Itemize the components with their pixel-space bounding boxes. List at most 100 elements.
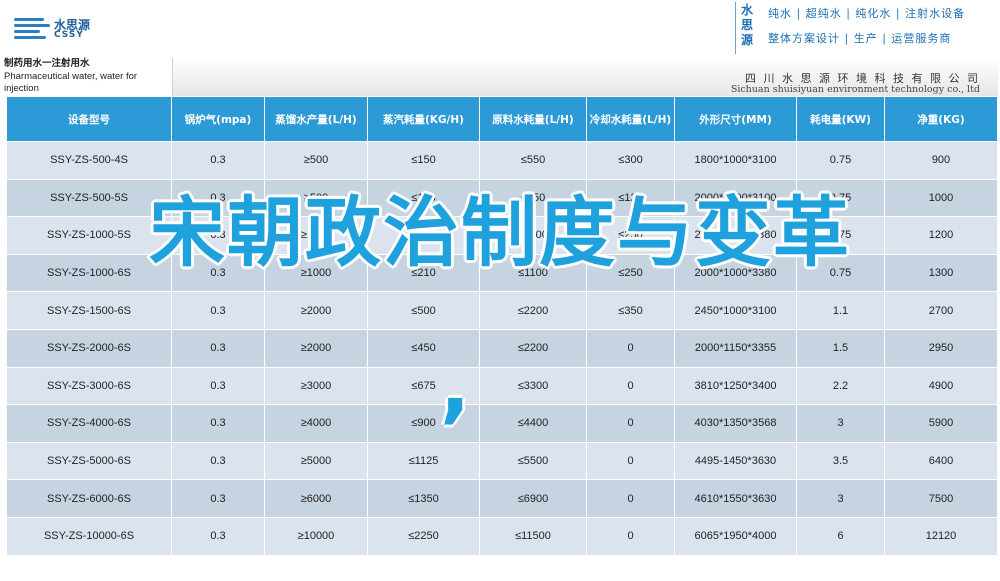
company-name-en: Sichuan shuisiyuan environment technolog… bbox=[730, 84, 980, 95]
table-cell: SSY-ZS-2000-6S bbox=[6, 328, 172, 368]
table-row: SSY-ZS-5000-6S 0.3 ≥5000 ≤1125 ≤5500 0 4495-14… bbox=[6, 441, 998, 481]
table-cell: ≤550 bbox=[479, 141, 587, 180]
table-cell: 0 bbox=[586, 441, 675, 481]
table-cell: 900 bbox=[884, 141, 998, 180]
brand-vertical-char: 思 bbox=[740, 18, 753, 32]
table-cell: 0.75 bbox=[796, 141, 885, 180]
table-cell: ≤6900 bbox=[479, 479, 587, 518]
table-cell: SSY-ZS-4000-6S bbox=[6, 404, 172, 443]
table-cell: SSY-ZS-5000-6S bbox=[6, 441, 172, 481]
table-cell: ≤4400 bbox=[479, 404, 587, 443]
table-cell: 0 bbox=[586, 404, 675, 443]
logo-en-text: CSSY bbox=[54, 30, 84, 40]
table-caption: 制药用水一注射用水 Pharmaceutical water, water for… bbox=[4, 58, 172, 96]
table-cell: ≤300 bbox=[586, 141, 675, 180]
column-header: 原料水耗量(L/H) bbox=[479, 96, 587, 142]
table-cell: 7500 bbox=[884, 479, 998, 518]
table-cell: 1.1 bbox=[796, 291, 885, 330]
table-cell: ≤1125 bbox=[367, 441, 480, 481]
table-cell: SSY-ZS-1500-6S bbox=[6, 291, 172, 330]
table-cell: 5900 bbox=[884, 404, 998, 443]
table-cell: ≤500 bbox=[367, 291, 480, 330]
table-cell: 0 bbox=[586, 328, 675, 368]
column-header: 耗电量(KW) bbox=[796, 96, 885, 142]
table-cell: ≤11500 bbox=[479, 516, 587, 556]
table-row: SSY-ZS-2000-6S 0.3 ≥2000 ≤450 ≤2200 0 2000*115… bbox=[6, 328, 998, 368]
table-cell: 6 bbox=[796, 516, 885, 556]
column-header: 蒸汽耗量(KG/H) bbox=[367, 96, 480, 142]
column-header: 冷却水耗量(L/H) bbox=[586, 96, 675, 142]
table-cell: 12120 bbox=[884, 516, 998, 556]
table-cell: 4030*1350*3568 bbox=[674, 404, 797, 443]
table-cell: SSY-ZS-3000-6S bbox=[6, 366, 172, 406]
table-cell: 2450*1000*3100 bbox=[674, 291, 797, 330]
brand-vertical-char: 源 bbox=[740, 33, 753, 47]
table-cell: 0.3 bbox=[171, 141, 265, 180]
table-cell: ≥500 bbox=[264, 141, 368, 180]
table-cell: ≥3000 bbox=[264, 366, 368, 406]
table-cell: 0.3 bbox=[171, 404, 265, 443]
column-header: 外形尺寸(MM) bbox=[674, 96, 797, 142]
column-header: 设备型号 bbox=[6, 96, 172, 142]
table-row: SSY-ZS-6000-6S 0.3 ≥6000 ≤1350 ≤6900 0 4610*15… bbox=[6, 479, 998, 518]
table-cell: ≤2250 bbox=[367, 516, 480, 556]
logo-mark-icon bbox=[14, 18, 50, 40]
table-cell: 4900 bbox=[884, 366, 998, 406]
caption-line: Pharmaceutical water, water for injectio… bbox=[4, 70, 138, 95]
table-cell: ≤5500 bbox=[479, 441, 587, 481]
table-cell: ≥10000 bbox=[264, 516, 368, 556]
brand-vertical-char: 水 bbox=[740, 3, 753, 17]
table-cell: ≤3300 bbox=[479, 366, 587, 406]
table-row: SSY-ZS-10000-6S 0.3 ≥10000 ≤2250 ≤11500 0 6065… bbox=[6, 516, 998, 556]
table-cell: 0.3 bbox=[171, 516, 265, 556]
slogan-line-2: 整体方案设计 | 生产 | 运营服务商 bbox=[768, 32, 952, 45]
table-cell: ≥6000 bbox=[264, 479, 368, 518]
column-header: 蒸馏水产量(L/H) bbox=[264, 96, 368, 142]
table-cell: 3.5 bbox=[796, 441, 885, 481]
table-cell: 0 bbox=[586, 479, 675, 518]
table-row: SSY-ZS-3000-6S 0.3 ≥3000 ≤675 ≤3300 0 3810*125… bbox=[6, 366, 998, 406]
table-cell: 0 bbox=[586, 516, 675, 556]
table-cell: ≤2200 bbox=[479, 291, 587, 330]
spec-table: 设备型号 锅炉气(mpa) 蒸馏水产量(L/H) 蒸汽耗量(KG/H) 原料水耗量(L/… bbox=[6, 96, 998, 556]
table-cell: 2950 bbox=[884, 328, 998, 368]
column-header: 锅炉气(mpa) bbox=[171, 96, 265, 142]
table-cell: 0.3 bbox=[171, 441, 265, 481]
table-cell: ≥5000 bbox=[264, 441, 368, 481]
table-cell: ≤350 bbox=[586, 291, 675, 330]
table-cell: 2.2 bbox=[796, 366, 885, 406]
table-cell: 4495-1450*3630 bbox=[674, 441, 797, 481]
table-cell: 0 bbox=[586, 366, 675, 406]
column-header: 净重(KG) bbox=[884, 96, 998, 142]
table-cell: ≥2000 bbox=[264, 328, 368, 368]
table-header-row: 设备型号 锅炉气(mpa) 蒸馏水产量(L/H) 蒸汽耗量(KG/H) 原料水耗量(L/… bbox=[6, 96, 998, 142]
table-cell: 0.3 bbox=[171, 291, 265, 330]
table-cell: 3 bbox=[796, 404, 885, 443]
brand-vertical-name: 水思源 bbox=[735, 2, 758, 54]
table-cell: 0.3 bbox=[171, 479, 265, 518]
table-cell: ≤1350 bbox=[367, 479, 480, 518]
table-cell: 4610*1550*3630 bbox=[674, 479, 797, 518]
overlay-title: 宋朝政治制度与变革 bbox=[149, 188, 851, 277]
table-cell: 3 bbox=[796, 479, 885, 518]
table-cell: 2700 bbox=[884, 291, 998, 330]
table-cell: 3810*1250*3400 bbox=[674, 366, 797, 406]
table-cell: 1800*1000*3100 bbox=[674, 141, 797, 180]
table-row: SSY-ZS-4000-6S 0.3 ≥4000 ≤900 ≤4400 0 4030*135… bbox=[6, 404, 998, 443]
slogan-line-1: 纯水 | 超纯水 | 纯化水 | 注射水设备 bbox=[768, 7, 966, 20]
table-cell: 2000*1150*3355 bbox=[674, 328, 797, 368]
overlay-comma: , bbox=[440, 339, 471, 432]
table-cell: 1.5 bbox=[796, 328, 885, 368]
table-cell: ≥4000 bbox=[264, 404, 368, 443]
table-cell: 6065*1950*4000 bbox=[674, 516, 797, 556]
table-cell: 0.3 bbox=[171, 366, 265, 406]
table-cell: ≥2000 bbox=[264, 291, 368, 330]
table-cell: 0.3 bbox=[171, 328, 265, 368]
table-cell: SSY-ZS-10000-6S bbox=[6, 516, 172, 556]
table-row: SSY-ZS-500-4S 0.3 ≥500 ≤150 ≤550 ≤300 1800*100… bbox=[6, 141, 998, 180]
caption-line: 制药用水一注射用水 bbox=[4, 58, 90, 69]
company-banner: 四 川 水 思 源 环 境 科 技 有 限 公 司 Sichuan shuisi… bbox=[172, 58, 998, 96]
table-cell: 6400 bbox=[884, 441, 998, 481]
top-bar: 水思源 CSSY 水思源 纯水 | 超纯水 | 纯化水 | 注射水设备 整体方案… bbox=[0, 0, 1000, 56]
table-cell: ≤150 bbox=[367, 141, 480, 180]
